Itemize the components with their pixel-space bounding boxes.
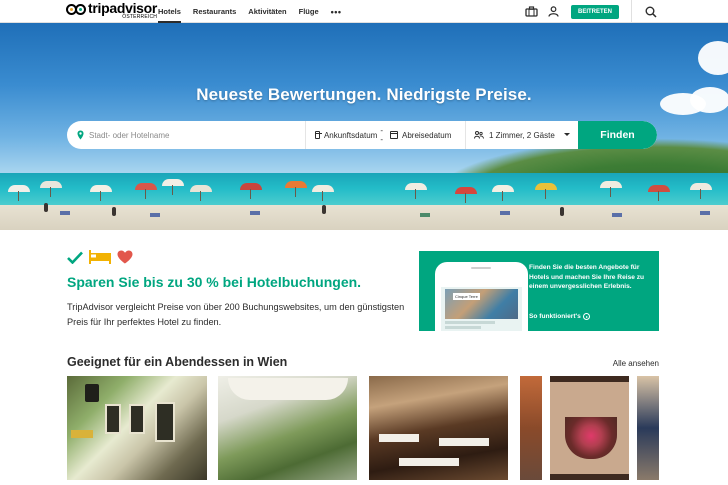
nav-hotels[interactable]: Hotels <box>158 0 181 23</box>
restaurant-card[interactable] <box>520 376 659 480</box>
guests-label: 1 Zimmer, 2 Gäste <box>489 130 555 140</box>
check-icon <box>67 251 83 264</box>
location-placeholder: Stadt- oder Hotelname <box>89 130 170 140</box>
promo-text: TripAdvisor vergleicht Preise von über 2… <box>67 302 405 327</box>
chevron-down-icon <box>564 133 570 136</box>
top-header: tripadvisor ÖSTERREICH Hotels Restaurant… <box>0 0 728 23</box>
logo-wordmark: tripadvisor <box>88 0 158 16</box>
bed-icon <box>89 250 111 264</box>
nav-flights[interactable]: Flüge <box>299 0 319 23</box>
screen-tag: Cinque Terre <box>453 293 480 300</box>
promo-title: Sparen Sie bis zu 30 % bei Hotelbuchunge… <box>67 274 362 290</box>
checkout-label: Abreisedatum <box>402 130 452 140</box>
search-icon[interactable] <box>642 3 660 21</box>
checkout-field[interactable]: Abreisedatum <box>386 121 466 149</box>
restaurant-card[interactable] <box>218 376 357 480</box>
date-separator: -- <box>380 126 383 144</box>
nav-restaurants[interactable]: Restaurants <box>193 0 236 23</box>
guests-icon <box>474 131 484 139</box>
calendar-icon <box>390 131 398 139</box>
tripadvisor-logo[interactable]: tripadvisor ÖSTERREICH <box>66 1 157 21</box>
hero-title: Neueste Bewertungen. Niedrigste Preise. <box>196 85 532 104</box>
beach <box>0 179 728 230</box>
join-button[interactable]: BEITRETEN <box>570 4 619 19</box>
cloud <box>698 41 728 75</box>
location-pin-icon <box>77 130 84 140</box>
how-it-works-label: So funktioniert's <box>529 313 581 320</box>
play-circle-icon <box>582 313 590 320</box>
checkin-label: Ankunftsdatum <box>323 130 378 140</box>
logo-country: ÖSTERREICH <box>122 14 158 20</box>
nav-more-button[interactable]: ••• <box>331 0 342 23</box>
restaurant-card[interactable] <box>369 376 508 480</box>
location-input[interactable]: Stadt- oder Hotelname <box>67 121 306 149</box>
user-icon[interactable] <box>545 3 563 21</box>
section-title: Geeignet für ein Abendessen in Wien <box>67 355 288 369</box>
nav-activities[interactable]: Aktivitäten <box>248 0 286 23</box>
heart-icon <box>117 250 133 264</box>
main-nav: Hotels Restaurants Aktivitäten Flüge ••• <box>158 0 354 23</box>
guests-selector[interactable]: 1 Zimmer, 2 Gäste <box>466 121 578 149</box>
how-it-works-link[interactable]: So funktioniert's <box>529 313 590 320</box>
hero-banner: Neueste Bewertungen. Niedrigste Preise. … <box>0 23 728 230</box>
phone-illustration: Cinque Terre <box>435 262 528 331</box>
suitcase-icon[interactable] <box>523 3 541 21</box>
see-all-link[interactable]: Alle ansehen <box>613 359 659 368</box>
app-promo-box[interactable]: Cinque Terre Finden Sie die besten Angeb… <box>419 251 659 331</box>
promo-icons <box>67 250 133 264</box>
calendar-icon <box>315 131 322 139</box>
hotel-search-bar: Stadt- oder Hotelname Ankunftsdatum -- A… <box>67 121 657 149</box>
owl-logo-icon <box>66 4 86 16</box>
restaurant-card[interactable] <box>67 376 207 480</box>
checkin-field[interactable]: Ankunftsdatum -- <box>306 121 386 149</box>
header-divider <box>631 0 632 23</box>
app-promo-text: Finden Sie die besten Angebote für Hotel… <box>529 264 645 291</box>
find-button[interactable]: Finden <box>578 121 657 149</box>
